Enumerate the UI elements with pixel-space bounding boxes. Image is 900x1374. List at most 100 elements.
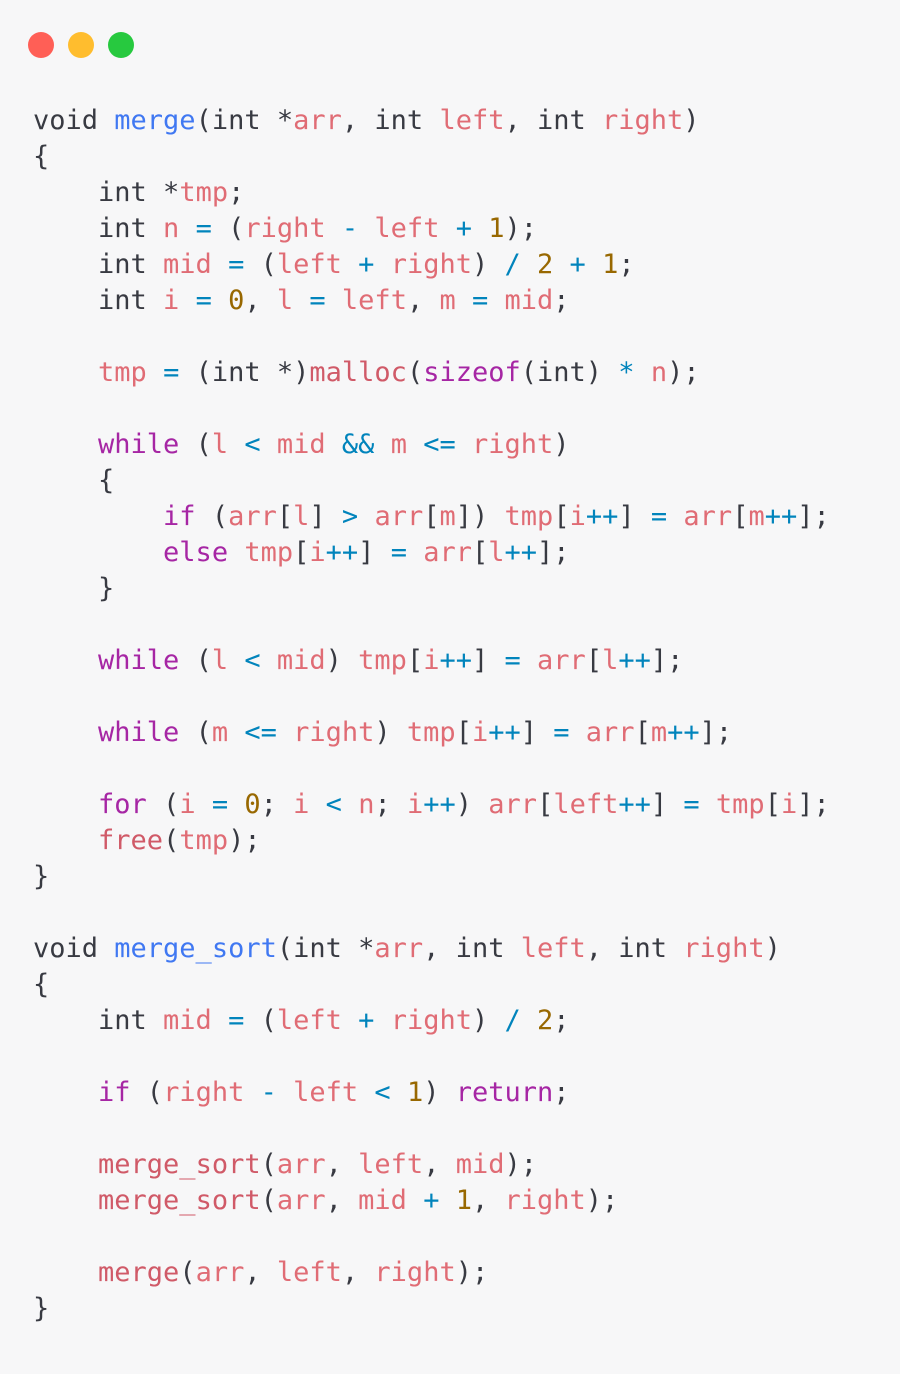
code-text: int — [33, 1005, 164, 1036]
identifier: left — [276, 1257, 342, 1288]
identifier: left — [341, 285, 407, 316]
window-controls — [28, 32, 134, 58]
code-text: (int) — [520, 357, 603, 388]
code-text: ) — [683, 105, 700, 136]
code-line: merge(arr, left, right); — [33, 1255, 830, 1291]
function-call: free — [98, 825, 164, 856]
code-text: ( — [146, 789, 180, 820]
identifier: right — [293, 717, 375, 748]
code-text: , — [325, 1149, 359, 1180]
operator: ++ — [488, 717, 521, 748]
maximize-window-icon[interactable] — [108, 32, 134, 58]
code-text: [ — [423, 501, 440, 532]
identifier: l — [211, 645, 229, 676]
operator: = — [211, 1005, 261, 1036]
identifier: arr — [293, 105, 342, 136]
operator: ++ — [423, 789, 456, 820]
identifier: tmp — [179, 177, 229, 208]
code-line: merge_sort(arr, mid + 1, right); — [33, 1183, 830, 1219]
code-text: ) — [325, 645, 359, 676]
operator: / — [488, 1005, 538, 1036]
code-text: , int — [504, 105, 603, 136]
code-line: else tmp[i++] = arr[l++]; — [33, 535, 830, 571]
code-line: tmp = (int *)malloc(sizeof(int) * n); — [33, 355, 830, 391]
identifier: left — [374, 213, 440, 244]
operator: = — [179, 213, 229, 244]
code-text: ; — [553, 1005, 570, 1036]
code-line: while (l < mid && m <= right) — [33, 427, 830, 463]
code-line: { — [33, 967, 830, 1003]
function-name: merge — [114, 105, 196, 136]
code-block: void merge(int *arr, int left, int right… — [33, 103, 830, 1327]
identifier: mid — [358, 1185, 407, 1216]
identifier: i — [309, 537, 326, 568]
code-text: ] — [650, 789, 668, 820]
identifier: tmp — [406, 717, 456, 748]
operator: < — [309, 789, 359, 820]
code-text: ( — [163, 825, 180, 856]
operator: ++ — [585, 501, 619, 532]
code-text: (int * — [276, 933, 375, 964]
code-text: ( — [179, 1257, 196, 1288]
identifier: i — [780, 789, 798, 820]
code-line: free(tmp); — [33, 823, 830, 859]
identifier: tmp — [715, 789, 765, 820]
operator: + — [553, 249, 603, 280]
code-line: int mid = (left + right) / 2; — [33, 1003, 830, 1039]
code-text: } — [33, 1293, 50, 1324]
identifier: m — [439, 501, 456, 532]
code-line: while (m <= right) tmp[i++] = arr[m++]; — [33, 715, 830, 751]
code-line: if (right - left < 1) return; — [33, 1075, 830, 1111]
code-text: void — [33, 933, 115, 964]
close-window-icon[interactable] — [28, 32, 54, 58]
code-text: [ — [472, 537, 489, 568]
code-text: [ — [634, 717, 651, 748]
code-text: ] — [472, 645, 489, 676]
number-literal: 2 — [537, 249, 554, 280]
identifier: l — [211, 429, 229, 460]
identifier: mid — [504, 285, 554, 316]
minimize-window-icon[interactable] — [68, 32, 94, 58]
identifier: l — [293, 501, 310, 532]
code-text: ); — [667, 357, 700, 388]
operator: = — [488, 645, 538, 676]
identifier: right — [374, 1257, 456, 1288]
code-window: void merge(int *arr, int left, int right… — [0, 0, 900, 1374]
identifier: m — [211, 717, 229, 748]
operator: = — [293, 285, 342, 316]
code-line: int mid = (left + right) / 2 + 1; — [33, 247, 830, 283]
identifier: m — [748, 501, 765, 532]
operator: = — [455, 285, 505, 316]
identifier: l — [276, 285, 294, 316]
identifier: mid — [276, 429, 326, 460]
identifier: arr — [195, 1257, 245, 1288]
operator: < — [358, 1077, 407, 1108]
operator: < — [228, 645, 277, 676]
code-text: , — [325, 1185, 359, 1216]
number-literal: 0 — [244, 789, 261, 820]
code-text: ; — [374, 789, 407, 820]
operator: < — [228, 429, 277, 460]
identifier: m — [390, 429, 407, 460]
identifier: i — [569, 501, 586, 532]
operator: + — [341, 249, 391, 280]
identifier: arr — [276, 1185, 326, 1216]
code-text: ) — [471, 1005, 489, 1036]
keyword: for — [98, 789, 147, 820]
operator: ++ — [618, 645, 651, 676]
code-text: , — [244, 1257, 277, 1288]
code-text: } — [33, 861, 50, 892]
function-call: merge_sort — [98, 1185, 261, 1216]
operator: = — [667, 789, 716, 820]
identifier: right — [504, 1185, 586, 1216]
code-text: [ — [585, 645, 603, 676]
code-text: ] — [520, 717, 538, 748]
code-text: ); — [504, 1149, 537, 1180]
code-text: ); — [455, 1257, 489, 1288]
